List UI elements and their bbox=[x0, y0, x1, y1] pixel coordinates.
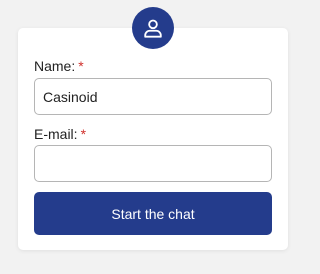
email-input[interactable] bbox=[34, 145, 272, 182]
name-input[interactable] bbox=[34, 78, 272, 115]
name-label: Name: * bbox=[34, 58, 84, 74]
email-label-text: E-mail: bbox=[34, 126, 78, 142]
email-required-mark: * bbox=[80, 126, 87, 142]
avatar bbox=[132, 7, 174, 49]
email-label: E-mail: * bbox=[34, 126, 86, 142]
user-icon bbox=[142, 17, 164, 39]
name-label-text: Name: bbox=[34, 58, 76, 74]
name-required-mark: * bbox=[78, 58, 84, 74]
start-chat-button[interactable]: Start the chat bbox=[34, 192, 272, 235]
chat-start-page: Name:* E-mail:* Start the chat bbox=[0, 0, 313, 274]
